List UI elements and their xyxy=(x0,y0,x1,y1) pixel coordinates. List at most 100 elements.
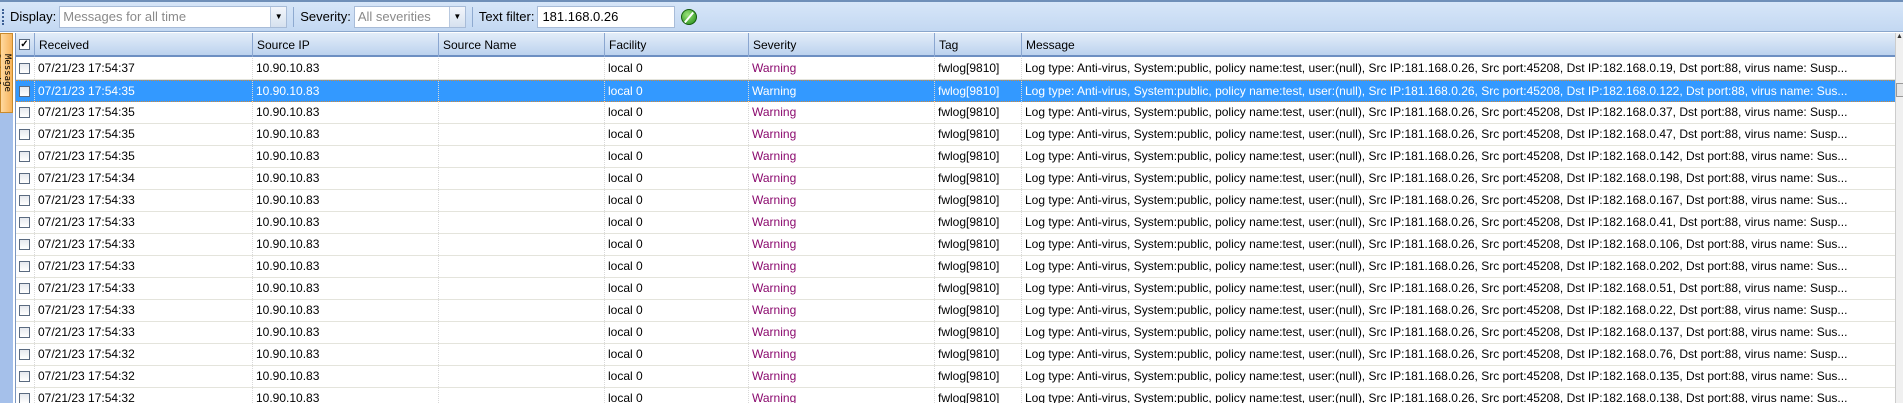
row-checkbox[interactable] xyxy=(19,63,30,74)
column-header-tag[interactable]: Tag xyxy=(934,33,1021,57)
text-filter-input[interactable]: 181.168.0.26 xyxy=(537,5,676,28)
tag-cell: fwlog[9810] xyxy=(938,127,1000,141)
chevron-down-icon[interactable]: ▼ xyxy=(270,6,287,27)
table-row[interactable]: 07/21/23 17:54:35 10.90.10.83 local 0 Warni… xyxy=(16,146,1895,168)
column-header-facility[interactable]: Facility xyxy=(604,33,748,57)
scrollbar-thumb[interactable] xyxy=(1896,83,1903,97)
source-ip-cell: 10.90.10.83 xyxy=(256,105,320,119)
received-cell: 07/21/23 17:54:33 xyxy=(38,193,135,207)
row-checkbox[interactable] xyxy=(19,151,30,162)
table-row[interactable]: 07/21/23 17:54:35 10.90.10.83 local 0 Warni… xyxy=(16,102,1895,124)
table-row[interactable]: 07/21/23 17:54:33 10.90.10.83 local 0 Warni… xyxy=(16,212,1895,234)
source-ip-cell: 10.90.10.83 xyxy=(256,369,320,383)
received-cell: 07/21/23 17:54:33 xyxy=(38,281,135,295)
chevron-down-icon[interactable]: ▼ xyxy=(448,6,465,27)
source-name-cell xyxy=(438,168,604,189)
tag-cell: fwlog[9810] xyxy=(938,369,1000,383)
message-cell: Log type: Anti-virus, System:public, pol… xyxy=(1025,149,1848,163)
tag-cell: fwlog[9810] xyxy=(938,84,1000,98)
tag-cell: fwlog[9810] xyxy=(938,193,1000,207)
facility-cell: local 0 xyxy=(608,127,643,141)
source-ip-cell: 10.90.10.83 xyxy=(256,391,320,403)
table-row[interactable]: 07/21/23 17:54:33 10.90.10.83 local 0 Warni… xyxy=(16,234,1895,256)
message-cell: Log type: Anti-virus, System:public, pol… xyxy=(1025,171,1848,185)
vertical-scrollbar[interactable]: ▲ xyxy=(1895,33,1903,403)
facility-cell: local 0 xyxy=(608,105,643,119)
severity-cell: Warning xyxy=(752,215,797,229)
row-checkbox[interactable] xyxy=(19,305,30,316)
source-ip-cell: 10.90.10.83 xyxy=(256,215,320,229)
table-row[interactable]: 07/21/23 17:54:35 10.90.10.83 local 0 Warni… xyxy=(16,80,1895,102)
row-checkbox[interactable] xyxy=(19,195,30,206)
received-cell: 07/21/23 17:54:32 xyxy=(38,369,135,383)
table-row[interactable]: 07/21/23 17:54:33 10.90.10.83 local 0 Warni… xyxy=(16,256,1895,278)
filter-toolbar: Display: Messages for all time ▼ Severit… xyxy=(0,2,1903,32)
severity-dropdown-value: All severities xyxy=(357,9,431,24)
source-name-cell xyxy=(438,322,604,343)
column-header-received[interactable]: Received xyxy=(34,33,252,57)
message-cell: Log type: Anti-virus, System:public, pol… xyxy=(1025,259,1848,273)
facility-cell: local 0 xyxy=(608,237,643,251)
row-checkbox[interactable] xyxy=(19,86,30,97)
source-ip-cell: 10.90.10.83 xyxy=(256,347,320,361)
table-row[interactable]: 07/21/23 17:54:34 10.90.10.83 local 0 Warni… xyxy=(16,168,1895,190)
received-cell: 07/21/23 17:54:35 xyxy=(38,105,135,119)
messages-table: ✓ Received Source IP Source Name Facilit… xyxy=(15,33,1895,403)
select-all-checkbox[interactable]: ✓ xyxy=(19,39,30,50)
row-checkbox[interactable] xyxy=(19,327,30,338)
column-header-source-name[interactable]: Source Name xyxy=(438,33,604,57)
message-details-tab[interactable]: Message Details xyxy=(0,33,13,113)
message-cell: Log type: Anti-virus, System:public, pol… xyxy=(1025,391,1848,403)
table-row[interactable]: 07/21/23 17:54:32 10.90.10.83 local 0 Warni… xyxy=(16,388,1895,403)
display-dropdown[interactable]: Messages for all time ▼ xyxy=(59,5,288,28)
source-ip-cell: 10.90.10.83 xyxy=(256,84,320,98)
received-cell: 07/21/23 17:54:33 xyxy=(38,215,135,229)
severity-cell: Warning xyxy=(752,237,797,251)
received-cell: 07/21/23 17:54:35 xyxy=(38,127,135,141)
table-row[interactable]: 07/21/23 17:54:33 10.90.10.83 local 0 Warni… xyxy=(16,190,1895,212)
source-ip-cell: 10.90.10.83 xyxy=(256,149,320,163)
received-cell: 07/21/23 17:54:35 xyxy=(38,149,135,163)
row-checkbox[interactable] xyxy=(19,349,30,360)
table-row[interactable]: 07/21/23 17:54:35 10.90.10.83 local 0 Warni… xyxy=(16,124,1895,146)
facility-cell: local 0 xyxy=(608,325,643,339)
received-cell: 07/21/23 17:54:32 xyxy=(38,391,135,403)
source-ip-cell: 10.90.10.83 xyxy=(256,303,320,317)
row-checkbox[interactable] xyxy=(19,107,30,118)
table-row[interactable]: 07/21/23 17:54:32 10.90.10.83 local 0 Warni… xyxy=(16,344,1895,366)
source-name-cell xyxy=(438,366,604,387)
toolbar-grip-handle[interactable] xyxy=(2,8,6,25)
table-row[interactable]: 07/21/23 17:54:33 10.90.10.83 local 0 Warni… xyxy=(16,322,1895,344)
row-checkbox[interactable] xyxy=(19,239,30,250)
column-header-source-ip[interactable]: Source IP xyxy=(252,33,438,57)
received-cell: 07/21/23 17:54:33 xyxy=(38,259,135,273)
table-row[interactable]: 07/21/23 17:54:37 10.90.10.83 local 0 Warni… xyxy=(16,58,1895,80)
severity-dropdown[interactable]: All severities ▼ xyxy=(353,5,466,28)
row-checkbox[interactable] xyxy=(19,261,30,272)
tag-cell: fwlog[9810] xyxy=(938,281,1000,295)
row-checkbox[interactable] xyxy=(19,371,30,382)
column-header-severity[interactable]: Severity xyxy=(748,33,934,57)
row-checkbox[interactable] xyxy=(19,393,30,403)
source-ip-cell: 10.90.10.83 xyxy=(256,281,320,295)
row-checkbox[interactable] xyxy=(19,217,30,228)
severity-cell: Warning xyxy=(752,84,797,98)
facility-cell: local 0 xyxy=(608,281,643,295)
apply-filter-icon[interactable] xyxy=(681,8,698,25)
row-checkbox[interactable] xyxy=(19,129,30,140)
severity-cell: Warning xyxy=(752,325,797,339)
source-name-cell xyxy=(438,58,604,79)
row-checkbox[interactable] xyxy=(19,283,30,294)
tag-cell: fwlog[9810] xyxy=(938,325,1000,339)
source-name-cell xyxy=(438,124,604,145)
facility-cell: local 0 xyxy=(608,171,643,185)
severity-cell: Warning xyxy=(752,369,797,383)
source-ip-cell: 10.90.10.83 xyxy=(256,127,320,141)
scroll-up-icon[interactable]: ▲ xyxy=(1896,33,1903,57)
column-header-message[interactable]: Message xyxy=(1021,33,1895,57)
source-name-cell xyxy=(438,212,604,233)
table-row[interactable]: 07/21/23 17:54:33 10.90.10.83 local 0 Warni… xyxy=(16,278,1895,300)
table-row[interactable]: 07/21/23 17:54:32 10.90.10.83 local 0 Warni… xyxy=(16,366,1895,388)
table-row[interactable]: 07/21/23 17:54:33 10.90.10.83 local 0 Warni… xyxy=(16,300,1895,322)
row-checkbox[interactable] xyxy=(19,173,30,184)
